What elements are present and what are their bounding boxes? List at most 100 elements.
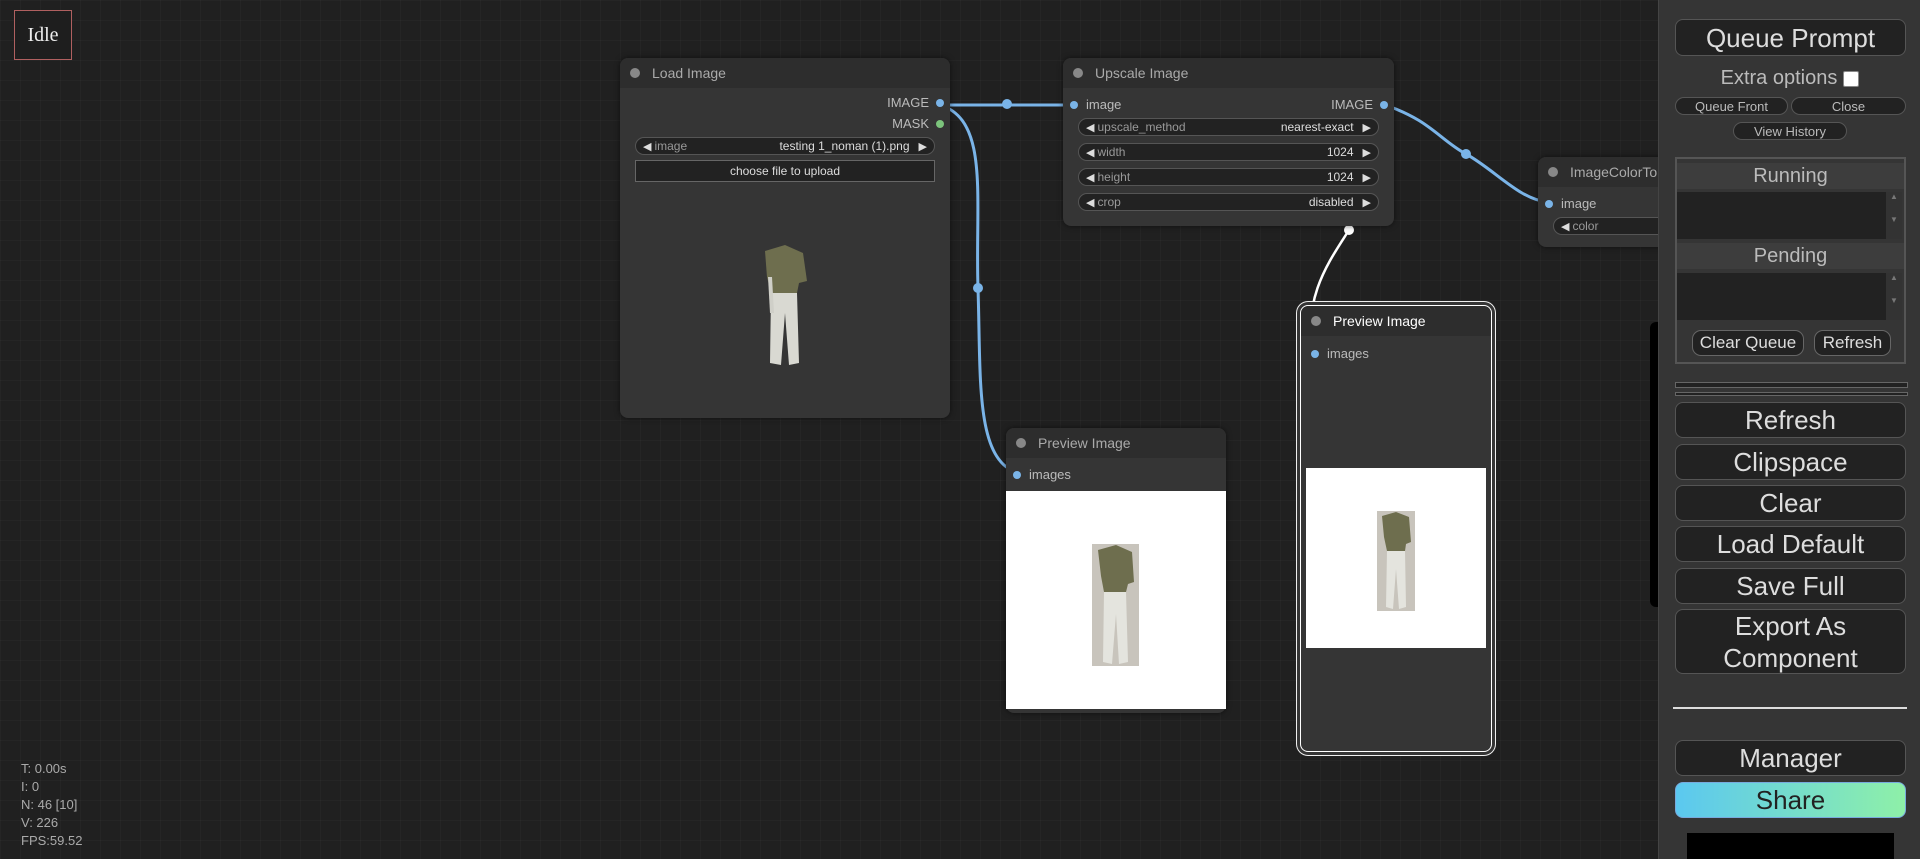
load-image-node[interactable]: Load Image IMAGE MASK ◀ image testing 1_… [620,58,950,418]
input-pin-icon[interactable] [1070,100,1078,109]
input-slot-images[interactable]: images [1013,467,1071,482]
crop-widget[interactable]: ◀ crop disabled ▶ [1078,193,1379,211]
node-title: Upscale Image [1095,65,1189,81]
collapse-dot-icon[interactable] [1311,316,1321,326]
node-title-bar[interactable]: Preview Image [1006,428,1226,458]
stat-fps: FPS:59.52 [21,833,83,848]
widget-value: nearest-exact [1280,120,1354,134]
input-label: images [1327,346,1369,361]
scroll-up-icon[interactable]: ▲ [1886,192,1902,201]
collapse-dot-icon[interactable] [630,68,640,78]
preview-image-node-selected[interactable]: Preview Image images [1300,305,1492,752]
upload-button[interactable]: choose file to upload [635,160,935,182]
output-pin-icon[interactable] [1380,100,1388,109]
node-title-bar[interactable]: Preview Image [1301,306,1491,336]
scroll-up-icon[interactable]: ▲ [1886,273,1902,282]
preview-image-node[interactable]: Preview Image images [1006,428,1226,713]
extra-options-label: Extra options [1720,67,1838,89]
link-upscale-to-color [1384,103,1549,204]
widget-label: height [1097,170,1131,184]
export-line-2: Component [1723,642,1858,673]
upscale-image-node[interactable]: Upscale Image image IMAGE ◀ upscale_meth… [1063,58,1394,226]
clear-queue-button[interactable]: Clear Queue [1692,330,1804,356]
input-slot-image[interactable]: image [1545,196,1596,211]
node-graph-canvas[interactable]: Idle T: 0.00s I: 0 N: 46 [10] V: 226 FPS… [0,0,1683,859]
pending-list[interactable] [1677,273,1886,320]
export-component-button[interactable]: Export As Component [1675,609,1906,674]
panel-resize-handle[interactable] [1675,382,1908,388]
arrow-left-icon[interactable]: ◀ [1083,121,1097,134]
node-title-bar[interactable]: Load Image [620,58,950,88]
output-pin-icon[interactable] [936,119,944,128]
arrow-right-icon[interactable]: ▶ [1360,196,1374,209]
export-line-1: Export As [1734,610,1847,641]
stat-vertices: V: 226 [21,815,59,830]
pending-header: Pending [1677,243,1904,269]
widget-label: upscale_method [1097,120,1186,134]
divider [1673,707,1907,709]
input-slot-images[interactable]: images [1311,346,1369,361]
clothing-image-thumbnail [765,245,807,365]
extra-options-checkbox[interactable] [1843,70,1860,87]
refresh-button[interactable]: Refresh [1675,402,1906,438]
pending-scrollbar[interactable]: ▲ ▼ [1886,273,1902,320]
input-slot-image[interactable]: image [1070,97,1121,112]
status-indicator: Idle [14,10,72,60]
panel-resize-handle-2[interactable] [1675,392,1908,396]
close-button[interactable]: Close [1791,97,1906,115]
input-label: images [1029,467,1071,482]
arrow-left-icon[interactable]: ◀ [640,140,654,153]
manager-button[interactable]: Manager [1675,740,1906,776]
preview-image-canvas [1306,468,1486,648]
hidden-node-edge [1650,322,1658,607]
side-menu: Queue Prompt Extra options Queue Front C… [1658,0,1920,859]
arrow-right-icon[interactable]: ▶ [1360,171,1374,184]
save-full-button[interactable]: Save Full [1675,568,1906,604]
output-slot-image[interactable]: IMAGE [1331,97,1388,112]
arrow-right-icon[interactable]: ▶ [916,140,930,153]
collapse-dot-icon[interactable] [1016,438,1026,448]
collapse-dot-icon[interactable] [1548,167,1558,177]
clipspace-button[interactable]: Clipspace [1675,444,1906,480]
scroll-down-icon[interactable]: ▼ [1886,215,1902,224]
height-widget[interactable]: ◀ height 1024 ▶ [1078,168,1379,186]
scroll-down-icon[interactable]: ▼ [1886,296,1902,305]
image-combo-widget[interactable]: ◀ image testing 1_noman (1).png ▶ [635,137,935,155]
share-button[interactable]: Share [1675,782,1906,818]
width-widget[interactable]: ◀ width 1024 ▶ [1078,143,1379,161]
running-list[interactable] [1677,192,1886,239]
node-title: Preview Image [1333,313,1426,329]
running-scrollbar[interactable]: ▲ ▼ [1886,192,1902,239]
node-title: ImageColorTo [1570,164,1658,180]
input-pin-icon[interactable] [1013,470,1021,479]
output-slot-mask[interactable]: MASK [892,116,944,131]
node-title: Load Image [652,65,726,81]
output-pin-icon[interactable] [936,98,944,107]
arrow-left-icon[interactable]: ◀ [1083,146,1097,159]
node-title-bar[interactable]: Upscale Image [1063,58,1394,88]
queue-front-button[interactable]: Queue Front [1675,97,1788,115]
arrow-left-icon[interactable]: ◀ [1558,220,1572,233]
arrow-right-icon[interactable]: ▶ [1360,121,1374,134]
arrow-left-icon[interactable]: ◀ [1083,171,1097,184]
image-color-node[interactable]: ImageColorTo image ◀ color [1538,157,1683,247]
preview-image-canvas [1006,491,1226,709]
collapse-dot-icon[interactable] [1073,68,1083,78]
node-title-bar[interactable]: ImageColorTo [1538,157,1678,187]
clear-button[interactable]: Clear [1675,485,1906,521]
upscale-method-widget[interactable]: ◀ upscale_method nearest-exact ▶ [1078,118,1379,136]
output-slot-image[interactable]: IMAGE [887,95,944,110]
widget-value: 1024 [1326,170,1354,184]
preview-clothing-image [1092,544,1139,666]
view-history-button[interactable]: View History [1733,122,1847,140]
input-pin-icon[interactable] [1545,199,1553,208]
queue-panel: Running ▲ ▼ Pending ▲ ▼ Clear Queue Refr… [1675,157,1906,364]
load-default-button[interactable]: Load Default [1675,526,1906,562]
widget-label: width [1097,145,1126,159]
input-label: image [1561,196,1597,211]
refresh-queue-button[interactable]: Refresh [1814,330,1891,356]
queue-prompt-button[interactable]: Queue Prompt [1675,19,1906,56]
input-pin-icon[interactable] [1311,349,1319,358]
arrow-left-icon[interactable]: ◀ [1083,196,1097,209]
arrow-right-icon[interactable]: ▶ [1360,146,1374,159]
